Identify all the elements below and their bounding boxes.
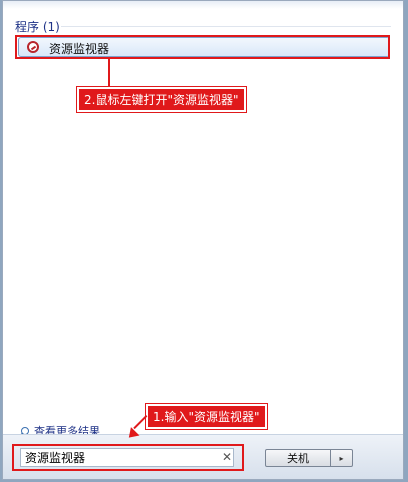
section-divider [61, 26, 391, 27]
shutdown-button[interactable]: 关机 [265, 449, 331, 467]
top-strip [3, 1, 403, 9]
section-title: 程序 (1) [15, 20, 60, 34]
annotation-connector [108, 59, 110, 87]
annotation-step-1: 1.输入"资源监视器" [146, 404, 267, 429]
shutdown-options-arrow[interactable]: ▸ [331, 449, 353, 467]
annotation-step-2: 2.鼠标左键打开"资源监视器" [77, 87, 246, 112]
result-highlight-box [15, 35, 390, 59]
search-highlight-box [12, 444, 244, 471]
